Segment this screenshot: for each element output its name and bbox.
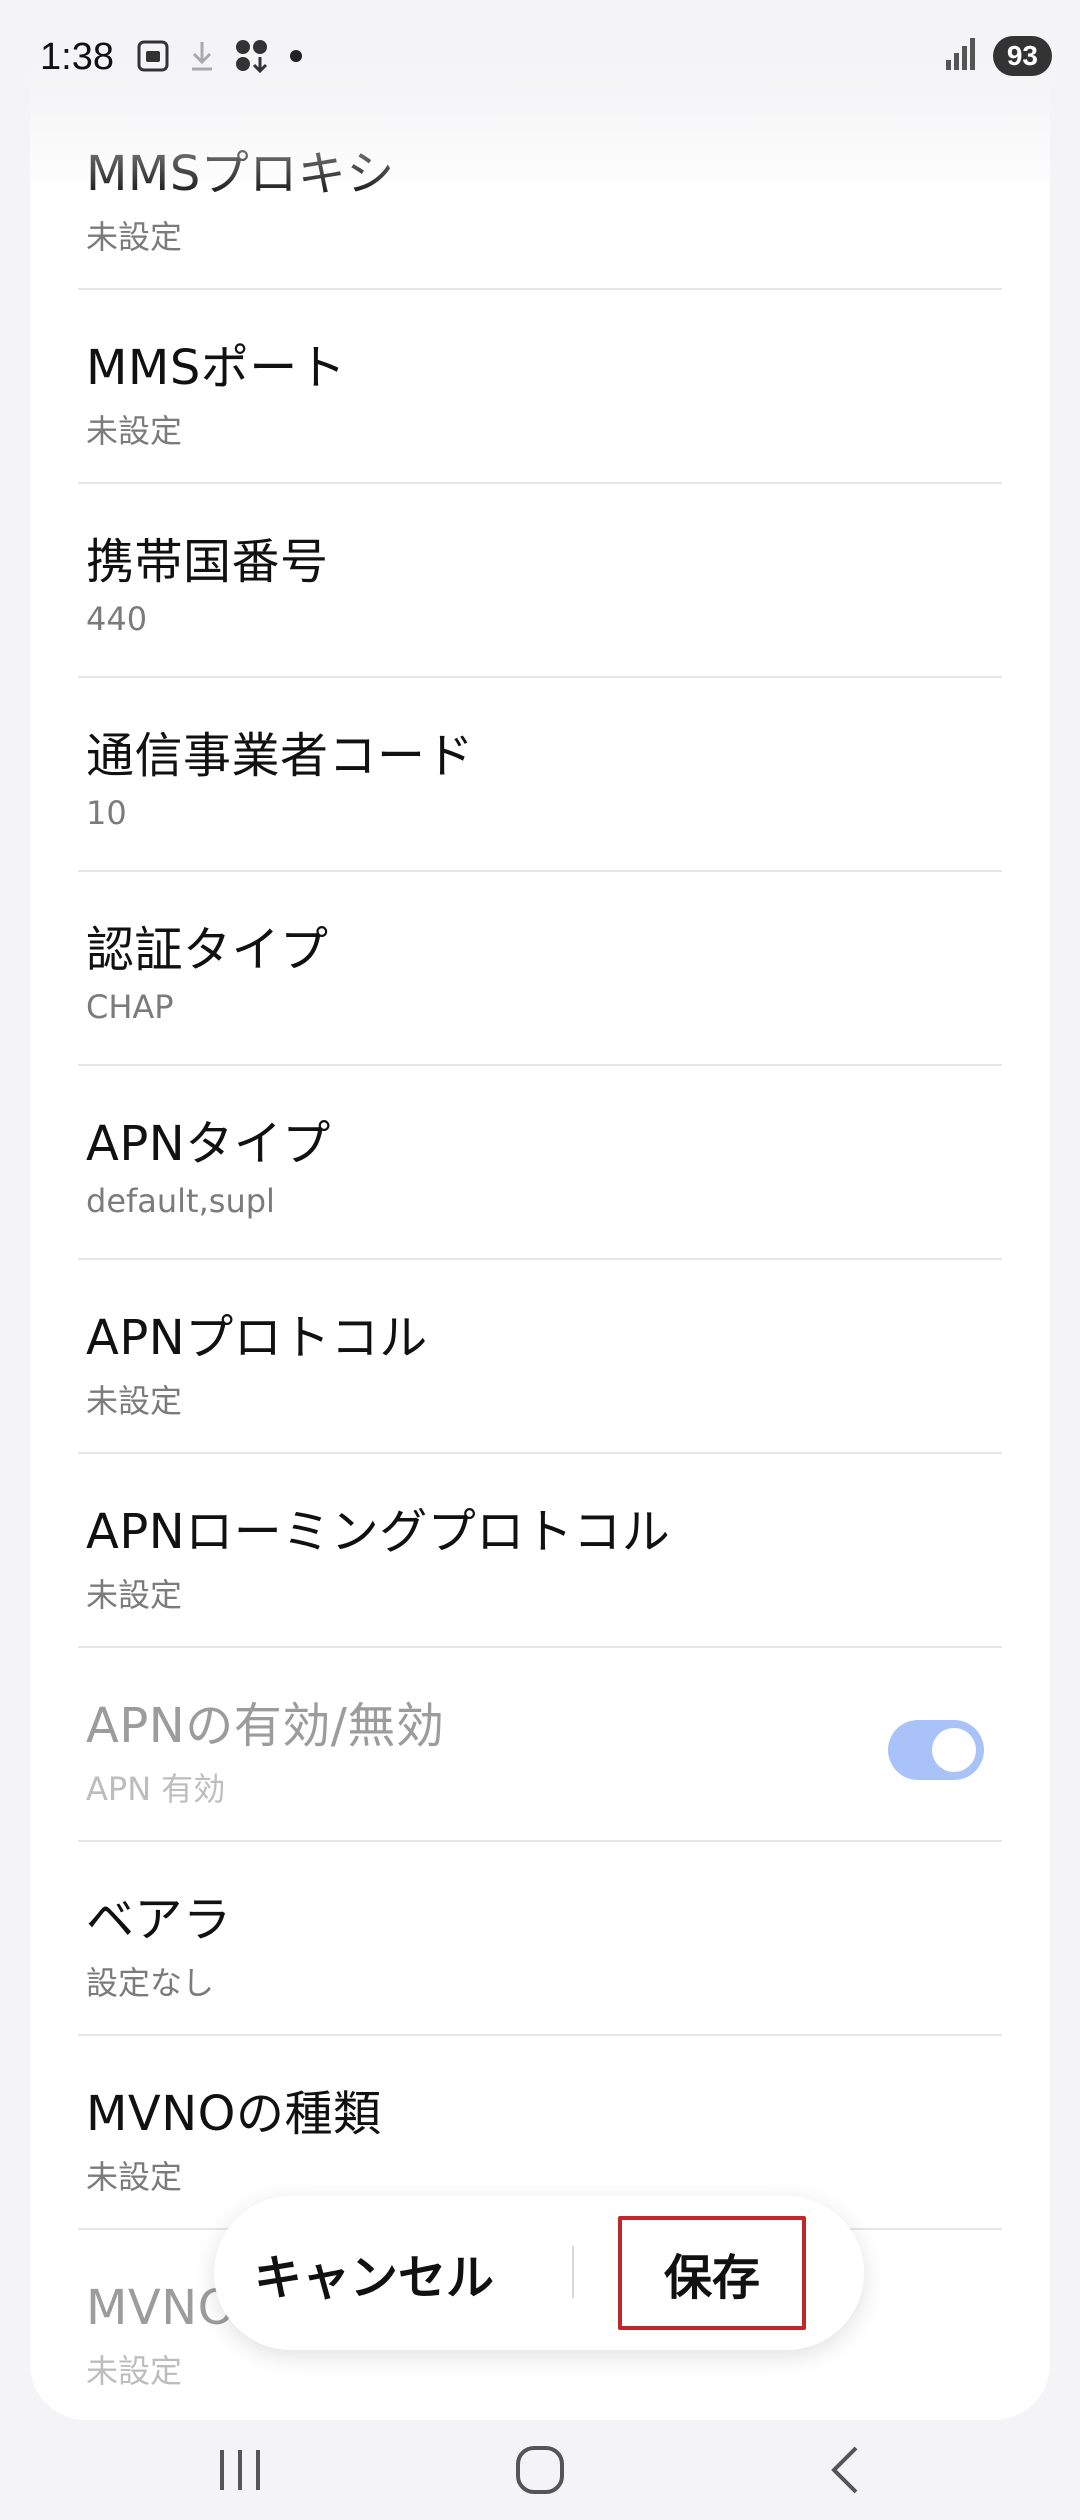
setting-mms-port[interactable]: MMSポート 未設定 [78, 290, 1002, 484]
setting-value: 未設定 [86, 218, 183, 256]
partially-hidden-value: 未設定 [86, 16, 183, 54]
setting-apn-protocol[interactable]: APNプロトコル 未設定 [78, 1260, 1002, 1454]
apn-settings-card: 未設定 MMSプロキシ 未設定 MMSポート 未設定 携帯国番号 440 通信事… [30, 0, 1050, 2420]
setting-title: 通信事業者コード [86, 728, 475, 784]
navigation-bar [0, 2420, 1080, 2520]
recent-apps-icon[interactable] [190, 2438, 290, 2502]
setting-title: MMSポート [86, 340, 347, 396]
setting-title: APNローミングプロトコル [86, 1504, 671, 1560]
apn-enable-toggle [888, 1720, 984, 1780]
setting-value: 未設定 [86, 2158, 183, 2196]
setting-title: APNの有効/無効 [86, 1698, 445, 1754]
setting-value: 未設定 [86, 412, 183, 450]
back-icon[interactable] [796, 2438, 896, 2502]
setting-value: 未設定 [86, 1382, 183, 1420]
setting-mnc[interactable]: 通信事業者コード 10 [78, 678, 1002, 872]
toggle-knob [932, 1728, 976, 1772]
setting-mcc[interactable]: 携帯国番号 440 [78, 484, 1002, 678]
setting-value: default,supl [86, 1182, 275, 1220]
action-separator [572, 2246, 574, 2298]
setting-title: 認証タイプ [86, 922, 329, 978]
setting-value: APN 有効 [86, 1770, 226, 1808]
setting-value: 未設定 [86, 2352, 183, 2390]
setting-value: 設定なし [86, 1964, 215, 2002]
setting-auth-type[interactable]: 認証タイプ CHAP [78, 872, 1002, 1066]
home-icon[interactable] [490, 2438, 590, 2502]
setting-apn-type[interactable]: APNタイプ default,supl [78, 1066, 1002, 1260]
action-bar: キャンセル 保存 [214, 2196, 864, 2350]
setting-bearer[interactable]: ベアラ 設定なし [78, 1842, 1002, 2036]
setting-title: APNプロトコル [86, 1310, 428, 1366]
setting-title: MMSプロキシ [86, 146, 395, 202]
setting-value: 未設定 [86, 1576, 183, 1614]
setting-value: 10 [86, 794, 127, 832]
setting-value: 440 [86, 600, 148, 638]
setting-title: APNタイプ [86, 1116, 331, 1172]
setting-title: 携帯国番号 [86, 534, 329, 590]
setting-title: ベアラ [86, 1892, 232, 1948]
setting-value: CHAP [86, 988, 174, 1026]
setting-apn-enable: APNの有効/無効 APN 有効 [78, 1648, 1002, 1842]
cancel-button[interactable]: キャンセル [254, 2216, 494, 2330]
setting-title: MVNOの種類 [86, 2086, 382, 2142]
setting-mms-proxy[interactable]: MMSプロキシ 未設定 [78, 96, 1002, 290]
setting-apn-roaming-protocol[interactable]: APNローミングプロトコル 未設定 [78, 1454, 1002, 1648]
save-button[interactable]: 保存 [618, 2216, 806, 2330]
